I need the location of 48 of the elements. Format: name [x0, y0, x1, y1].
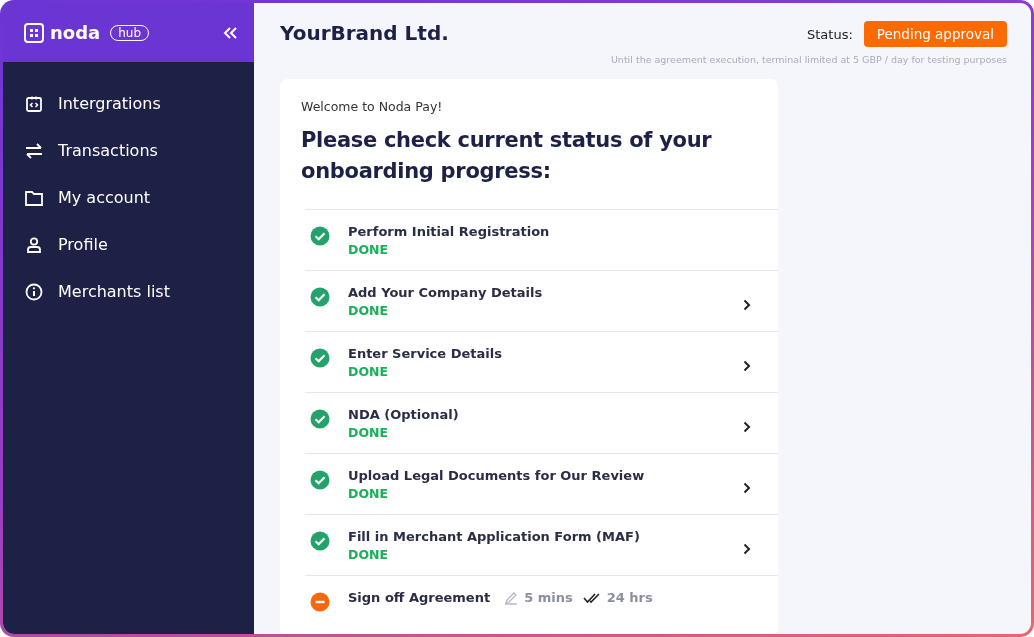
step-title: Sign off Agreement	[348, 590, 491, 605]
chevron-right-icon[interactable]	[743, 482, 751, 494]
welcome-text: Welcome to Noda Pay!	[301, 99, 444, 114]
person-icon	[25, 235, 43, 254]
turnaround-time: 24 hrs	[606, 590, 653, 605]
arrows-icon	[25, 141, 43, 160]
step-title: Fill in Merchant Application Form (MAF)	[348, 529, 640, 544]
step-status: DONE	[348, 242, 389, 257]
step-row[interactable]: Add Your Company Details DONE	[305, 270, 778, 331]
logo-icon	[24, 22, 44, 43]
nav-item[interactable]: Intergrations	[3, 80, 254, 127]
code-icon	[25, 94, 43, 113]
pencil-icon	[504, 590, 519, 605]
step-row[interactable]: Enter Service Details DONE	[305, 331, 778, 392]
nav-item[interactable]: Merchants list	[3, 268, 254, 315]
effort-time: 5 mins	[524, 590, 573, 605]
step-status: DONE	[348, 303, 389, 318]
step-status: DONE	[348, 425, 389, 440]
status-label: Status:	[807, 26, 853, 42]
step-row[interactable]: Perform Initial Registration DONE	[305, 209, 778, 270]
step-status: DONE	[348, 364, 389, 379]
chevron-right-icon[interactable]	[743, 299, 751, 311]
folder-icon	[25, 188, 43, 207]
chevron-right-icon[interactable]	[743, 421, 751, 433]
step-title: NDA (Optional)	[348, 407, 459, 422]
double-check-icon	[582, 591, 601, 604]
chevron-right-icon[interactable]	[743, 360, 751, 372]
step-title: Upload Legal Documents for Our Review	[348, 468, 645, 483]
step-title: Perform Initial Registration	[348, 224, 550, 239]
info-icon	[25, 282, 43, 301]
nav-item[interactable]: Transactions	[3, 127, 254, 174]
nav-item[interactable]: My account	[3, 174, 254, 221]
step-title: Add Your Company Details	[348, 285, 543, 300]
card-heading: Please check current status of your onboarding progress:	[301, 127, 713, 185]
step-status: DONE	[348, 486, 389, 501]
limit-note: Until the agreement execution, terminal limited at 5 GBP / day for testing purposes	[610, 54, 1007, 65]
collapse-icon[interactable]	[223, 26, 237, 39]
status-badge: Pending approval	[863, 21, 1007, 47]
step-title: Enter Service Details	[348, 346, 502, 361]
step-row[interactable]: Sign off Agreement 5 mins 24 hrs	[305, 575, 778, 634]
step-row[interactable]: Upload Legal Documents for Our Review DONE	[305, 453, 778, 514]
logo-text: noda	[50, 22, 101, 43]
nav-item[interactable]: Profile	[3, 221, 254, 268]
company-title: YourBrand Ltd.	[280, 21, 449, 47]
step-status: DONE	[348, 547, 389, 562]
chevron-right-icon[interactable]	[743, 543, 751, 555]
step-row[interactable]: Fill in Merchant Application Form (MAF) DONE	[305, 514, 778, 575]
step-row[interactable]: NDA (Optional) DONE	[305, 392, 778, 453]
